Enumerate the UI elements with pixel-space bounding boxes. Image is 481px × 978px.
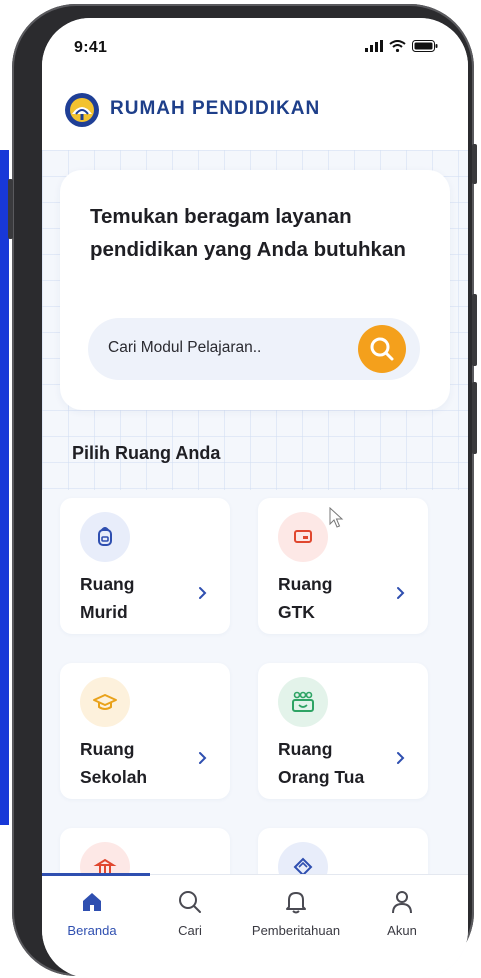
- brand-name: RUMAH PENDIDIKAN: [110, 98, 321, 119]
- room-card-murid[interactable]: Ruang Murid: [60, 498, 230, 634]
- nav-label: Pemberitahuan: [251, 923, 341, 938]
- section-title: Pilih Ruang Anda: [72, 443, 221, 463]
- nav-item-beranda[interactable]: Beranda: [42, 885, 142, 938]
- battery-icon: [412, 40, 438, 52]
- search-button[interactable]: [358, 325, 406, 373]
- room-icon-badge: [80, 512, 130, 562]
- home-icon: [83, 893, 101, 911]
- backpack-icon: [98, 527, 112, 546]
- nav-item-cari[interactable]: Cari: [140, 885, 240, 938]
- nav-label: Akun: [387, 923, 417, 938]
- room-label-line: Sekolah: [80, 767, 148, 787]
- hero-card: Temukan beragam layanan pendidikan yang …: [60, 170, 450, 410]
- active-tab-indicator: [42, 873, 150, 876]
- search-placeholder: Cari Modul Pelajaran..: [108, 339, 262, 356]
- status-bar: 9:41: [42, 18, 468, 78]
- nav-label: Beranda: [67, 923, 117, 938]
- mouse-cursor-icon: [329, 507, 344, 528]
- search-icon: [179, 891, 201, 913]
- left-edge-stripe: [0, 150, 9, 825]
- room-label-line: Ruang: [278, 739, 333, 759]
- tut-wuri-logo-icon[interactable]: [64, 92, 100, 128]
- room-label: Ruang Murid: [80, 570, 134, 626]
- status-time: 9:41: [74, 39, 108, 56]
- room-label-line: Orang Tua: [278, 767, 365, 787]
- family-icon: [292, 691, 314, 712]
- chevron-right-icon: [199, 587, 207, 599]
- room-label: Ruang Sekolah: [80, 735, 147, 791]
- room-icon-badge: [80, 677, 130, 727]
- room-label: Ruang GTK: [278, 570, 332, 626]
- chevron-right-icon: [199, 752, 207, 764]
- search-input[interactable]: Cari Modul Pelajaran..: [88, 318, 420, 380]
- nav-label: Cari: [178, 923, 202, 938]
- nav-item-akun[interactable]: Akun: [352, 885, 452, 938]
- status-icons: [365, 40, 438, 52]
- phone-side-button: [472, 294, 477, 366]
- bell-icon: [286, 892, 306, 914]
- hero-title: Temukan beragam layanan pendidikan yang …: [90, 205, 406, 261]
- signal-icon: [365, 40, 383, 52]
- room-card-orang-tua[interactable]: Ruang Orang Tua: [258, 663, 428, 799]
- room-icon-badge: [278, 677, 328, 727]
- phone-side-button: [472, 382, 477, 454]
- bottom-nav: Beranda Cari Pemberitahuan Akun: [42, 873, 468, 978]
- chevron-right-icon: [397, 752, 405, 764]
- nav-item-pemberitahuan[interactable]: Pemberitahuan: [246, 885, 346, 938]
- room-label-line: Murid: [80, 602, 128, 622]
- app-screen: 9:41 RUMAH PENDIDIKAN Temukan beragam la…: [42, 18, 468, 978]
- room-card-sekolah[interactable]: Ruang Sekolah: [60, 663, 230, 799]
- app-header: RUMAH PENDIDIKAN: [42, 78, 468, 150]
- phone-side-button: [8, 179, 13, 239]
- room-label-line: GTK: [278, 602, 315, 622]
- room-label-line: Ruang: [80, 574, 135, 594]
- room-label: Ruang Orang Tua: [278, 735, 364, 791]
- room-label-line: Ruang: [80, 739, 135, 759]
- whiteboard-icon: [294, 530, 312, 543]
- wifi-icon: [389, 40, 406, 52]
- search-icon: [370, 337, 394, 361]
- graduation-cap-icon: [93, 694, 117, 710]
- user-icon: [392, 891, 412, 914]
- chevron-right-icon: [397, 587, 405, 599]
- phone-side-button: [472, 144, 477, 184]
- room-icon-badge: [278, 512, 328, 562]
- room-label-line: Ruang: [278, 574, 333, 594]
